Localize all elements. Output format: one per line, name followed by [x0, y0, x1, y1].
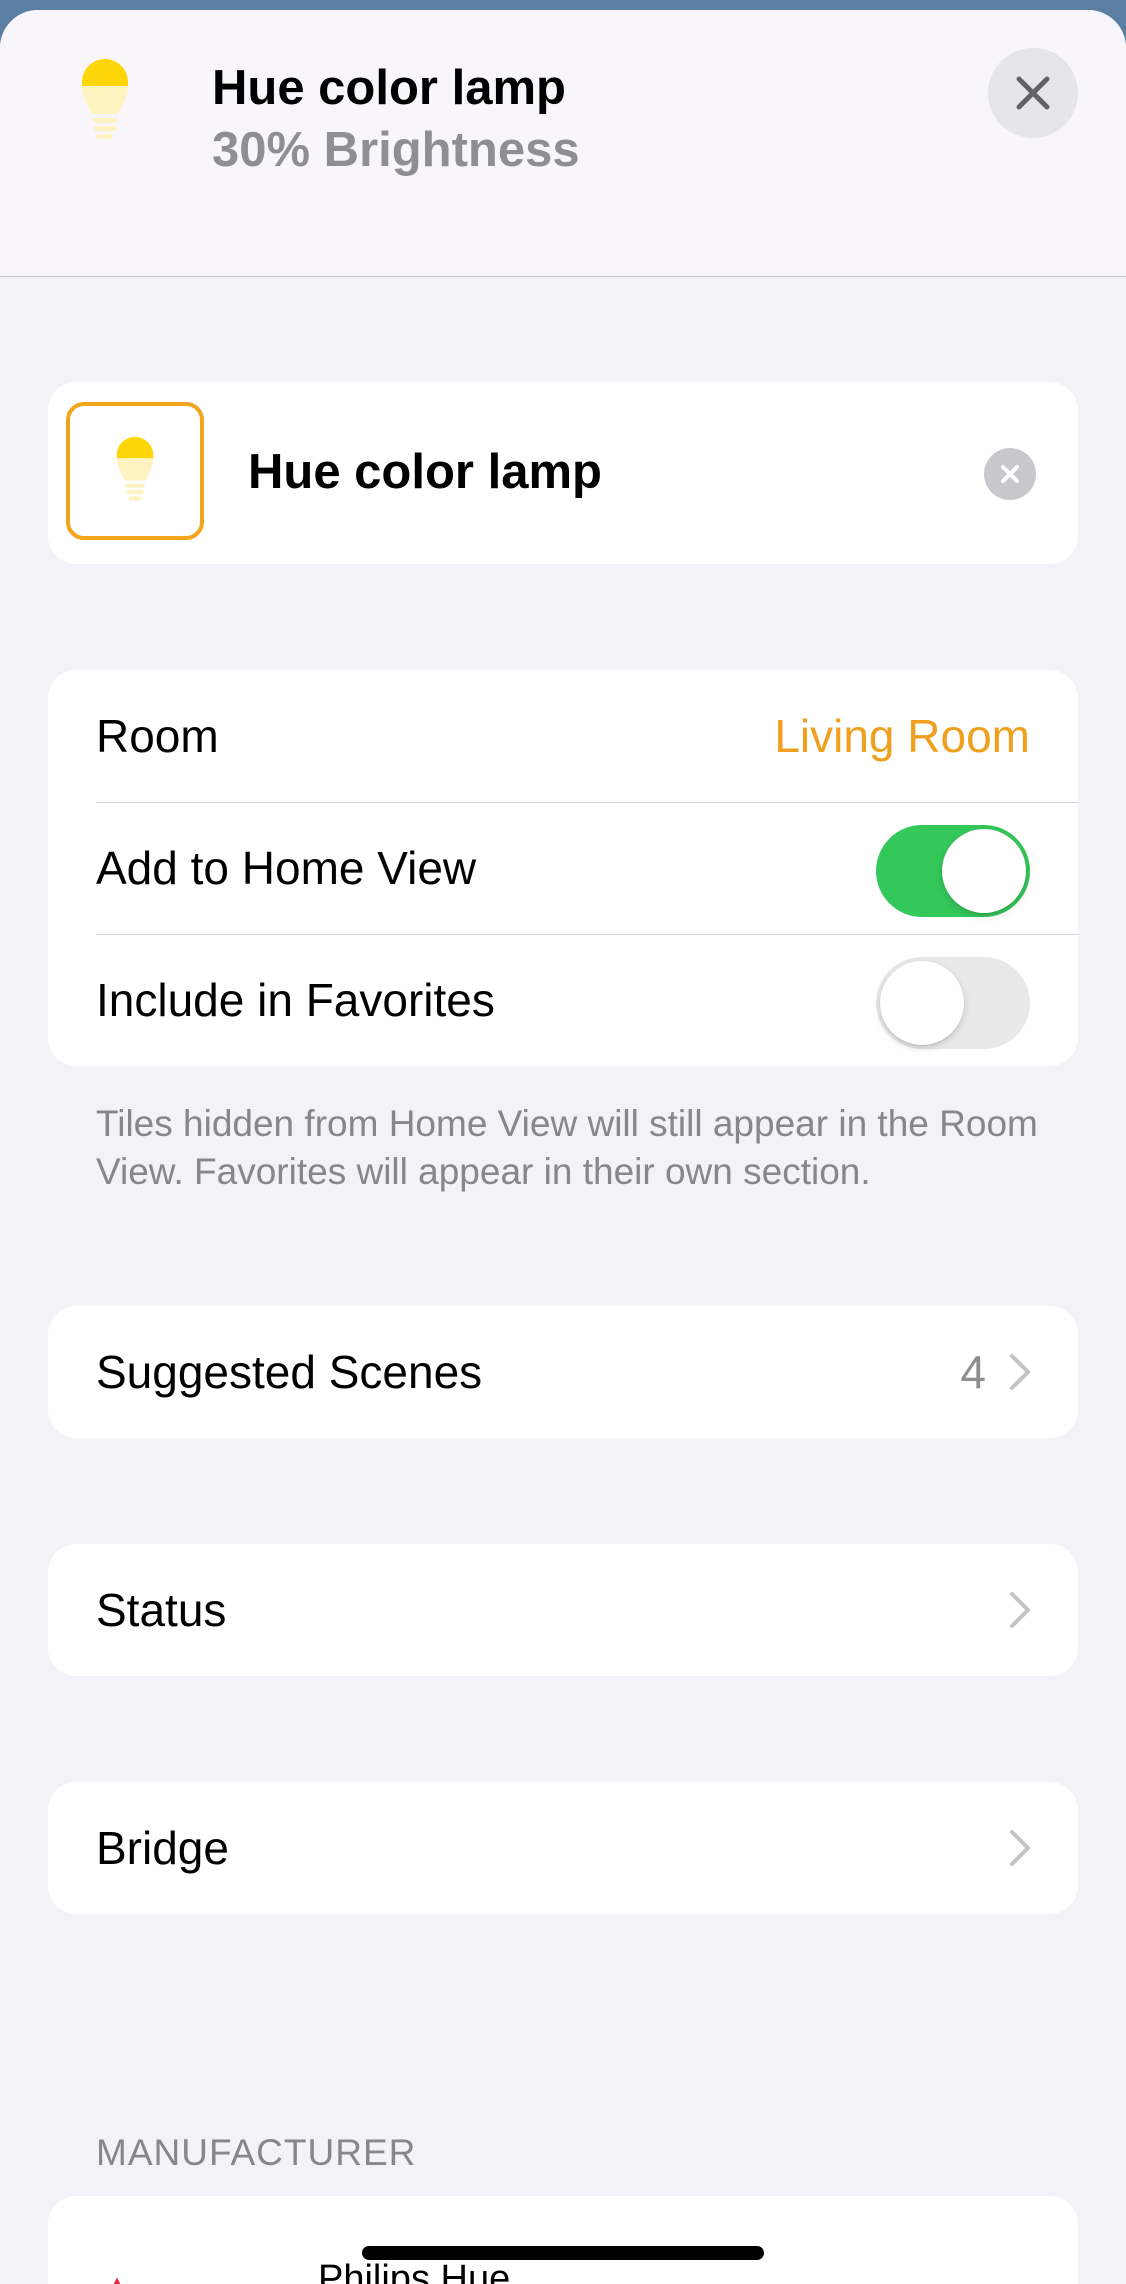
suggested-scenes-label: Suggested Scenes	[96, 1346, 483, 1398]
room-label: Room	[96, 710, 219, 762]
toggle-knob	[880, 961, 964, 1045]
sheet-header: Hue color lamp 30% Brightness	[0, 10, 1126, 277]
home-view-toggle[interactable]	[876, 825, 1030, 917]
home-view-label: Add to Home View	[96, 842, 477, 894]
accessory-name-field[interactable]: Hue color lamp	[248, 444, 602, 500]
close-icon	[1016, 76, 1050, 110]
favorites-label: Include in Favorites	[96, 974, 495, 1026]
lightbulb-icon	[82, 59, 128, 139]
accessory-detail-sheet: Hue color lamp 30% Brightness Hue color …	[0, 10, 1126, 2284]
manufacturer-card[interactable]: Philips Hue	[48, 2196, 1078, 2284]
suggested-scenes-row[interactable]: Suggested Scenes 4	[48, 1306, 1078, 1438]
home-view-row: Add to Home View	[48, 802, 1078, 934]
scenes-count: 4	[960, 1346, 986, 1398]
favorites-row: Include in Favorites	[48, 934, 1078, 1066]
home-indicator[interactable]	[362, 2246, 764, 2260]
room-value[interactable]: Living Room	[774, 670, 1030, 802]
bridge-label: Bridge	[96, 1822, 229, 1874]
manufacturer-logo-icon	[113, 2277, 121, 2284]
accessory-icon-button[interactable]	[66, 402, 204, 540]
manufacturer-section-header: MANUFACTURER	[96, 2132, 417, 2173]
home-view-footnote: Tiles hidden from Home View will still a…	[96, 1103, 1038, 1192]
clear-name-button[interactable]	[984, 448, 1036, 500]
chevron-right-icon	[1010, 1354, 1030, 1390]
clear-icon	[1001, 465, 1019, 483]
bridge-row[interactable]: Bridge	[48, 1782, 1078, 1914]
chevron-right-icon	[1010, 1592, 1030, 1628]
status-row[interactable]: Status	[48, 1544, 1078, 1676]
close-button[interactable]	[988, 48, 1078, 138]
status-label: Status	[96, 1584, 227, 1636]
brightness-subtitle: 30% Brightness	[212, 123, 580, 177]
chevron-right-icon	[1010, 1830, 1030, 1866]
manufacturer-name: Philips Hue	[318, 2258, 511, 2284]
room-row[interactable]: Room Living Room	[48, 670, 1078, 802]
settings-card: Room Living Room Add to Home View Includ…	[48, 670, 1078, 1066]
toggle-knob	[942, 829, 1026, 913]
accessory-name-card: Hue color lamp	[48, 382, 1078, 564]
favorites-toggle[interactable]	[876, 957, 1030, 1049]
header-title: Hue color lamp	[212, 61, 566, 115]
lightbulb-icon	[116, 436, 154, 501]
